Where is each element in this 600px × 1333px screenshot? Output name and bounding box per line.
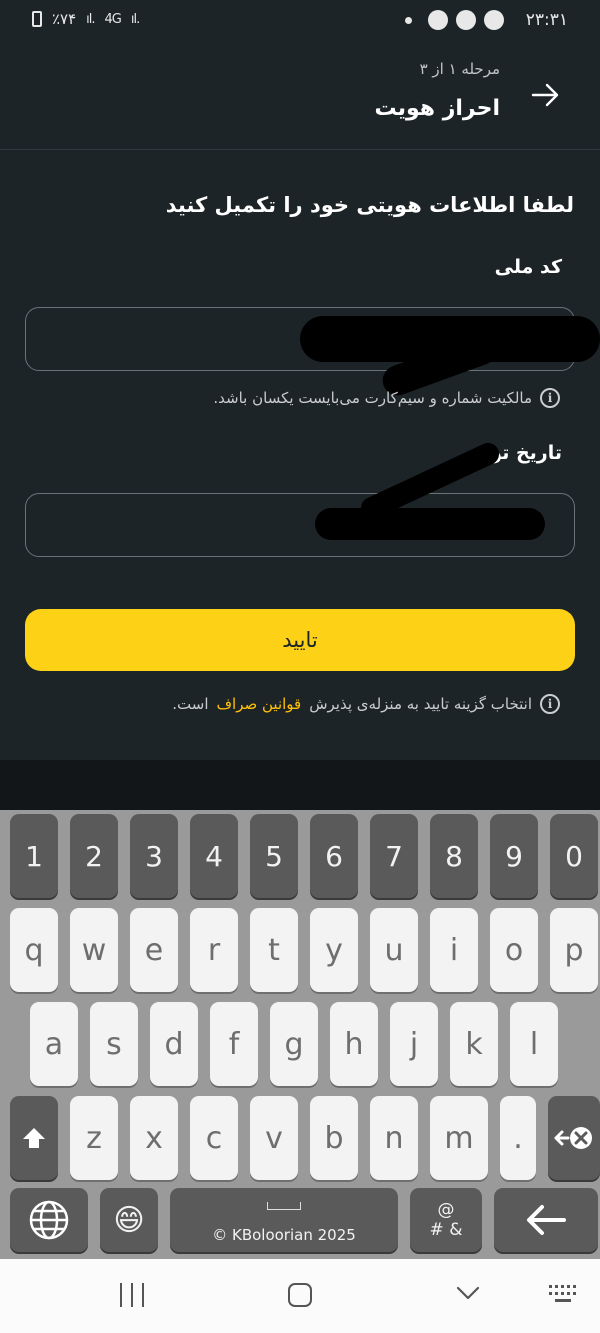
key-p[interactable]: p — [550, 908, 598, 992]
symbols-top: @ — [437, 1200, 455, 1220]
messenger-icon — [456, 10, 476, 30]
globe-icon — [29, 1200, 69, 1240]
key-m[interactable]: m — [430, 1096, 488, 1180]
key-g[interactable]: g — [270, 1002, 318, 1086]
key-d[interactable]: d — [150, 1002, 198, 1086]
clock: ۲۳:۳۱ — [525, 10, 568, 30]
key-n[interactable]: n — [370, 1096, 418, 1180]
app-header: مرحله ۱ از ۳ احراز هویت — [0, 44, 600, 150]
key-o[interactable]: o — [490, 908, 538, 992]
key-a[interactable]: a — [30, 1002, 78, 1086]
national-code-label: کد ملی — [494, 256, 562, 278]
key-i[interactable]: i — [430, 908, 478, 992]
key-8[interactable]: 8 — [430, 814, 478, 898]
enter-key[interactable] — [494, 1188, 598, 1252]
key-period[interactable]: . — [500, 1096, 536, 1180]
key-9[interactable]: 9 — [490, 814, 538, 898]
emoji-key[interactable]: 😄 — [100, 1188, 158, 1252]
copyright-icon: © — [212, 1226, 228, 1244]
system-navbar — [0, 1259, 600, 1333]
keyboard-gap — [0, 760, 600, 810]
status-bar: ٪۷۴ ıl. 4G ıl. ۲۳:۳۱ — [0, 0, 600, 44]
keyboard-icon[interactable] — [548, 1283, 578, 1305]
language-key[interactable] — [10, 1188, 88, 1252]
key-u[interactable]: u — [370, 908, 418, 992]
key-1[interactable]: 1 — [10, 814, 58, 898]
national-code-hint: i مالکیت شماره و سیم‌کارت می‌بایست یکسان… — [213, 388, 560, 408]
chevron-down-icon[interactable] — [456, 1281, 480, 1305]
key-7[interactable]: 7 — [370, 814, 418, 898]
redaction — [315, 508, 545, 540]
chat-icon — [484, 10, 504, 30]
key-0[interactable]: 0 — [550, 814, 598, 898]
terms-link[interactable]: قوانین صراف — [217, 695, 302, 713]
key-b[interactable]: b — [310, 1096, 358, 1180]
key-k[interactable]: k — [450, 1002, 498, 1086]
step-indicator: مرحله ۱ از ۳ — [419, 60, 500, 78]
key-l[interactable]: l — [510, 1002, 558, 1086]
page-title: احراز هویت — [374, 96, 500, 121]
backspace-icon — [554, 1127, 592, 1149]
space-key[interactable]: © KBoloorian 2025 — [170, 1188, 398, 1252]
signal-icon-2: ıl. — [130, 11, 140, 27]
shift-icon — [23, 1128, 45, 1148]
battery-icon — [32, 11, 42, 27]
symbols-key[interactable]: @ # & — [410, 1188, 482, 1252]
key-q[interactable]: q — [10, 908, 58, 992]
key-f[interactable]: f — [210, 1002, 258, 1086]
key-x[interactable]: x — [130, 1096, 178, 1180]
form-prompt: لطفا اطلاعات هویتی خود را تکمیل کنید — [165, 193, 574, 217]
key-s[interactable]: s — [90, 1002, 138, 1086]
info-icon: i — [540, 388, 560, 408]
hint-text: مالکیت شماره و سیم‌کارت می‌بایست یکسان ب… — [213, 389, 532, 407]
space-label: © KBoloorian 2025 — [170, 1226, 398, 1244]
symbols-bottom: # & — [429, 1220, 463, 1240]
signal-icon: ıl. — [86, 11, 95, 27]
recent-apps-icon[interactable] — [120, 1283, 144, 1307]
key-3[interactable]: 3 — [130, 814, 178, 898]
key-c[interactable]: c — [190, 1096, 238, 1180]
keyboard: 1 2 3 4 5 6 7 8 9 0 q w e r t y u i o p … — [0, 810, 600, 1259]
key-w[interactable]: w — [70, 908, 118, 992]
key-y[interactable]: y — [310, 908, 358, 992]
key-h[interactable]: h — [330, 1002, 378, 1086]
info-icon: i — [540, 694, 560, 714]
battery-level: ٪۷۴ — [52, 10, 77, 28]
notification-icons — [405, 10, 504, 30]
confirm-button[interactable]: تایید — [25, 609, 575, 671]
key-2[interactable]: 2 — [70, 814, 118, 898]
network-type: 4G — [104, 11, 122, 27]
telegram-icon — [428, 10, 448, 30]
shift-key[interactable] — [10, 1096, 58, 1180]
key-4[interactable]: 4 — [190, 814, 238, 898]
backspace-key[interactable] — [548, 1096, 600, 1180]
space-brand: KBoloorian 2025 — [231, 1226, 356, 1244]
key-5[interactable]: 5 — [250, 814, 298, 898]
enter-arrow-icon — [527, 1205, 566, 1235]
key-t[interactable]: t — [250, 908, 298, 992]
key-v[interactable]: v — [250, 1096, 298, 1180]
back-arrow-icon[interactable] — [530, 80, 560, 110]
key-r[interactable]: r — [190, 908, 238, 992]
key-z[interactable]: z — [70, 1096, 118, 1180]
key-e[interactable]: e — [130, 908, 178, 992]
terms-suffix: است. — [172, 695, 209, 713]
terms-prefix: انتخاب گزینه تایید به منزله‌ی پذیرش — [309, 695, 532, 713]
key-6[interactable]: 6 — [310, 814, 358, 898]
home-icon[interactable] — [288, 1283, 312, 1307]
space-icon — [267, 1202, 301, 1210]
dot-icon — [405, 16, 412, 24]
key-j[interactable]: j — [390, 1002, 438, 1086]
status-left: ٪۷۴ ıl. 4G ıl. — [32, 10, 140, 28]
terms-note: i انتخاب گزینه تایید به منزله‌ی پذیرش قو… — [172, 694, 560, 714]
